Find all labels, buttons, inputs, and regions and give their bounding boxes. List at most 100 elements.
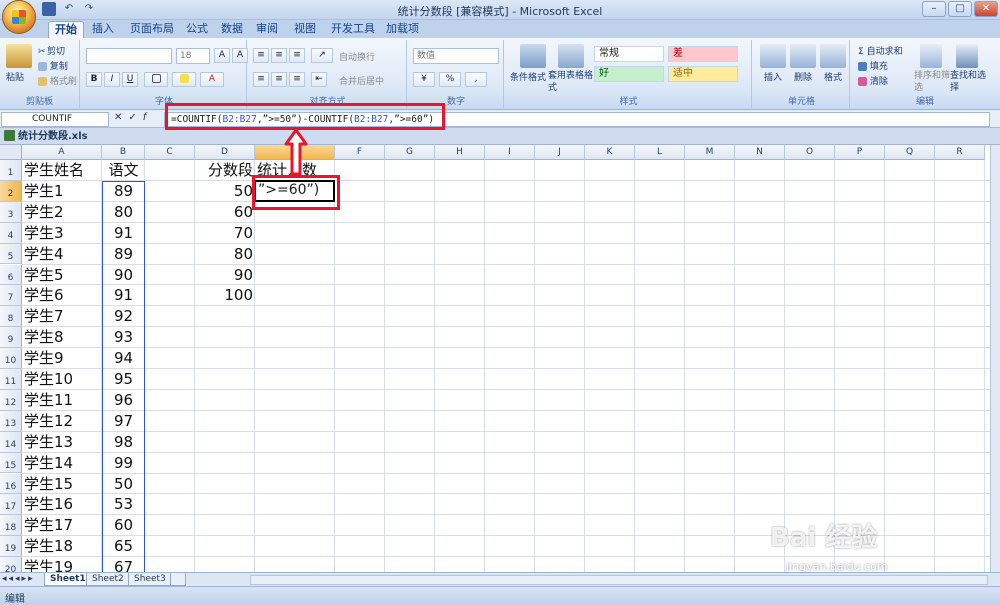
wrap-text-button[interactable]: 自动换行: [339, 50, 375, 63]
student-name-cell[interactable]: 学生11: [24, 391, 100, 410]
student-name-cell[interactable]: 学生5: [24, 266, 100, 285]
row-header-9[interactable]: 9: [0, 327, 22, 349]
name-box[interactable]: COUNTIF: [1, 112, 109, 127]
student-name-cell[interactable]: 学生6: [24, 286, 100, 305]
student-name-cell[interactable]: 学生3: [24, 224, 100, 243]
tab-page-layout[interactable]: 页面布局: [124, 21, 180, 38]
cut-button[interactable]: ✂剪切: [38, 44, 65, 57]
tab-developer[interactable]: 开发工具: [325, 21, 381, 38]
student-name-cell[interactable]: 学生16: [24, 495, 100, 514]
column-header-o[interactable]: O: [785, 145, 835, 160]
segment-cell[interactable]: 50: [197, 182, 253, 201]
header-student-name[interactable]: 学生姓名: [24, 161, 100, 180]
student-name-cell[interactable]: 学生18: [24, 537, 100, 556]
delete-cells-button[interactable]: 删除: [794, 70, 812, 83]
decrease-indent-button[interactable]: ⇤: [311, 72, 327, 87]
student-name-cell[interactable]: 学生17: [24, 516, 100, 535]
segment-cell[interactable]: 70: [197, 224, 253, 243]
sheet-tab-sheet1[interactable]: Sheet1: [44, 573, 92, 586]
style-bad[interactable]: 差: [668, 46, 738, 62]
row-header-18[interactable]: 18: [0, 515, 22, 537]
column-header-c[interactable]: C: [145, 145, 195, 160]
row-header-11[interactable]: 11: [0, 369, 22, 390]
underline-button[interactable]: U: [122, 72, 138, 87]
student-name-cell[interactable]: 学生1: [24, 182, 100, 201]
column-header-r[interactable]: R: [935, 145, 985, 160]
column-header-m[interactable]: M: [685, 145, 735, 160]
column-header-h[interactable]: H: [435, 145, 485, 160]
sort-filter-button[interactable]: 排序和筛选: [914, 70, 950, 94]
align-bottom-button[interactable]: ≡: [289, 48, 305, 63]
student-name-cell[interactable]: 学生9: [24, 349, 100, 368]
row-header-5[interactable]: 5: [0, 243, 22, 265]
border-button[interactable]: [144, 72, 168, 87]
student-name-cell[interactable]: 学生8: [24, 328, 100, 347]
tab-insert[interactable]: 插入: [86, 21, 120, 38]
row-header-14[interactable]: 14: [0, 431, 22, 453]
tab-addins[interactable]: 加载项: [380, 21, 425, 38]
autosum-button[interactable]: Σ 自动求和: [858, 44, 903, 57]
column-header-g[interactable]: G: [385, 145, 435, 160]
segment-cell[interactable]: 60: [197, 203, 253, 222]
sort-filter-icon[interactable]: [920, 44, 942, 68]
comma-button[interactable]: ,: [465, 72, 487, 87]
segment-cell[interactable]: 100: [197, 286, 253, 305]
row-header-16[interactable]: 16: [0, 473, 22, 495]
align-left-button[interactable]: ≡: [253, 72, 269, 87]
currency-button[interactable]: ¥: [413, 72, 435, 87]
format-painter-button[interactable]: 格式刷: [38, 74, 77, 87]
tab-formulas[interactable]: 公式: [180, 21, 214, 38]
column-header-n[interactable]: N: [735, 145, 785, 160]
row-header-19[interactable]: 19: [0, 536, 22, 558]
copy-button[interactable]: 复制: [38, 59, 68, 72]
row-header-12[interactable]: 12: [0, 389, 22, 411]
style-good[interactable]: 好: [594, 66, 664, 82]
tab-data[interactable]: 数据: [215, 21, 249, 38]
close-button[interactable]: ✕: [974, 1, 998, 17]
insert-cells-button[interactable]: 插入: [764, 70, 782, 83]
student-name-cell[interactable]: 学生2: [24, 203, 100, 222]
vertical-scrollbar[interactable]: [990, 145, 1000, 572]
student-name-cell[interactable]: 学生15: [24, 475, 100, 494]
row-header-13[interactable]: 13: [0, 410, 22, 432]
student-name-cell[interactable]: 学生4: [24, 245, 100, 264]
maximize-button[interactable]: □: [948, 1, 972, 17]
merge-center-button[interactable]: 合并后居中: [339, 74, 384, 87]
paste-icon[interactable]: [6, 44, 32, 68]
sheet-navigation[interactable]: ◂◂◂▸▸: [2, 573, 35, 586]
align-right-button[interactable]: ≡: [289, 72, 305, 87]
insert-cells-icon[interactable]: [760, 44, 786, 68]
style-normal[interactable]: 常规: [594, 46, 664, 62]
font-size-combo[interactable]: 18: [176, 48, 210, 64]
number-format-combo[interactable]: 数值: [413, 48, 499, 64]
segment-cell[interactable]: 80: [197, 245, 253, 264]
align-center-button[interactable]: ≡: [271, 72, 287, 87]
tab-home[interactable]: 开始: [48, 21, 84, 38]
column-header-p[interactable]: P: [835, 145, 885, 160]
header-segment[interactable]: 分数段: [197, 161, 253, 180]
fill-color-button[interactable]: [172, 72, 196, 87]
enter-icon[interactable]: ✓: [128, 112, 136, 123]
find-select-button[interactable]: 查找和选择: [950, 70, 986, 94]
sheet-tab-sheet3[interactable]: Sheet3: [128, 573, 172, 586]
delete-cells-icon[interactable]: [790, 44, 816, 68]
format-as-table-button[interactable]: 套用表格格式: [548, 70, 598, 94]
find-select-icon[interactable]: [956, 44, 978, 68]
row-header-6[interactable]: 6: [0, 264, 22, 286]
column-header-a[interactable]: A: [22, 145, 102, 160]
tab-review[interactable]: 审阅: [250, 21, 284, 38]
grow-font-button[interactable]: A: [214, 48, 230, 63]
student-name-cell[interactable]: 学生13: [24, 433, 100, 452]
insert-sheet-button[interactable]: [170, 573, 186, 586]
office-button[interactable]: [2, 0, 36, 34]
column-header-j[interactable]: J: [535, 145, 585, 160]
paste-button[interactable]: 粘贴: [6, 70, 24, 83]
column-header-q[interactable]: Q: [885, 145, 935, 160]
minimize-button[interactable]: –: [922, 1, 946, 17]
bold-button[interactable]: B: [86, 72, 102, 87]
horizontal-scrollbar[interactable]: [250, 575, 988, 585]
format-cells-button[interactable]: 格式: [824, 70, 842, 83]
segment-cell[interactable]: 90: [197, 266, 253, 285]
clear-button[interactable]: 清除: [858, 74, 888, 87]
orientation-button[interactable]: ↗: [311, 48, 333, 63]
